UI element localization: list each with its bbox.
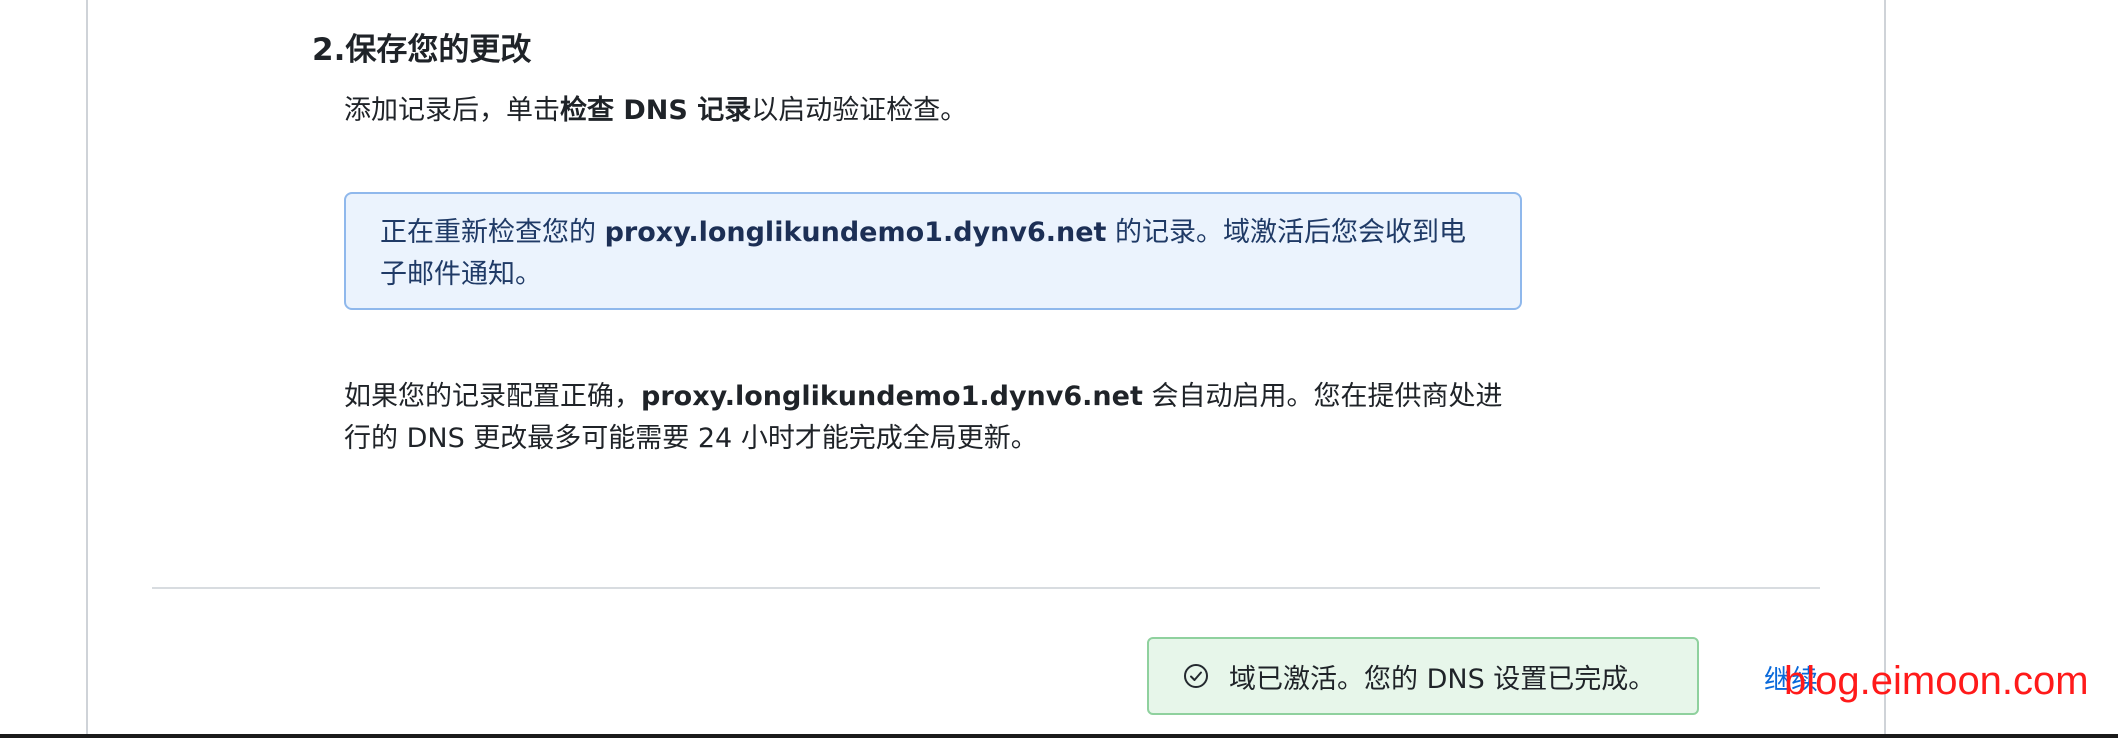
step-description: 添加记录后，单击检查 DNS 记录以启动验证检查。 [344, 88, 967, 127]
bottom-edge [0, 734, 2118, 738]
check-circle-icon [1183, 663, 1209, 689]
step-desc-prefix: 添加记录后，单击 [344, 95, 560, 126]
info-prefix: 正在重新检查您的 [380, 217, 605, 248]
domain-activated-toast: 域已激活。您的 DNS 设置已完成。 [1147, 637, 1699, 715]
content-left-border [86, 0, 88, 738]
page: 2.保存您的更改 添加记录后，单击检查 DNS 记录以启动验证检查。 正在重新检… [0, 0, 2118, 738]
check-dns-records-label: 检查 DNS 记录 [560, 95, 752, 126]
note-domain: proxy.longlikundemo1.dynv6.net [641, 381, 1143, 412]
recheck-info-box: 正在重新检查您的 proxy.longlikundemo1.dynv6.net … [344, 192, 1522, 310]
step-desc-suffix: 以启动验证检查。 [751, 95, 968, 126]
propagation-note: 如果您的记录配置正确，proxy.longlikundemo1.dynv6.ne… [344, 376, 1524, 460]
divider [152, 587, 1820, 589]
step-title: 2.保存您的更改 [312, 32, 532, 68]
watermark: blog.eimoon.com [1784, 659, 2089, 703]
content-right-border [1884, 0, 1886, 738]
info-domain: proxy.longlikundemo1.dynv6.net [604, 217, 1107, 248]
toast-message: 域已激活。您的 DNS 设置已完成。 [1229, 663, 1656, 695]
note-prefix: 如果您的记录配置正确， [344, 381, 641, 412]
